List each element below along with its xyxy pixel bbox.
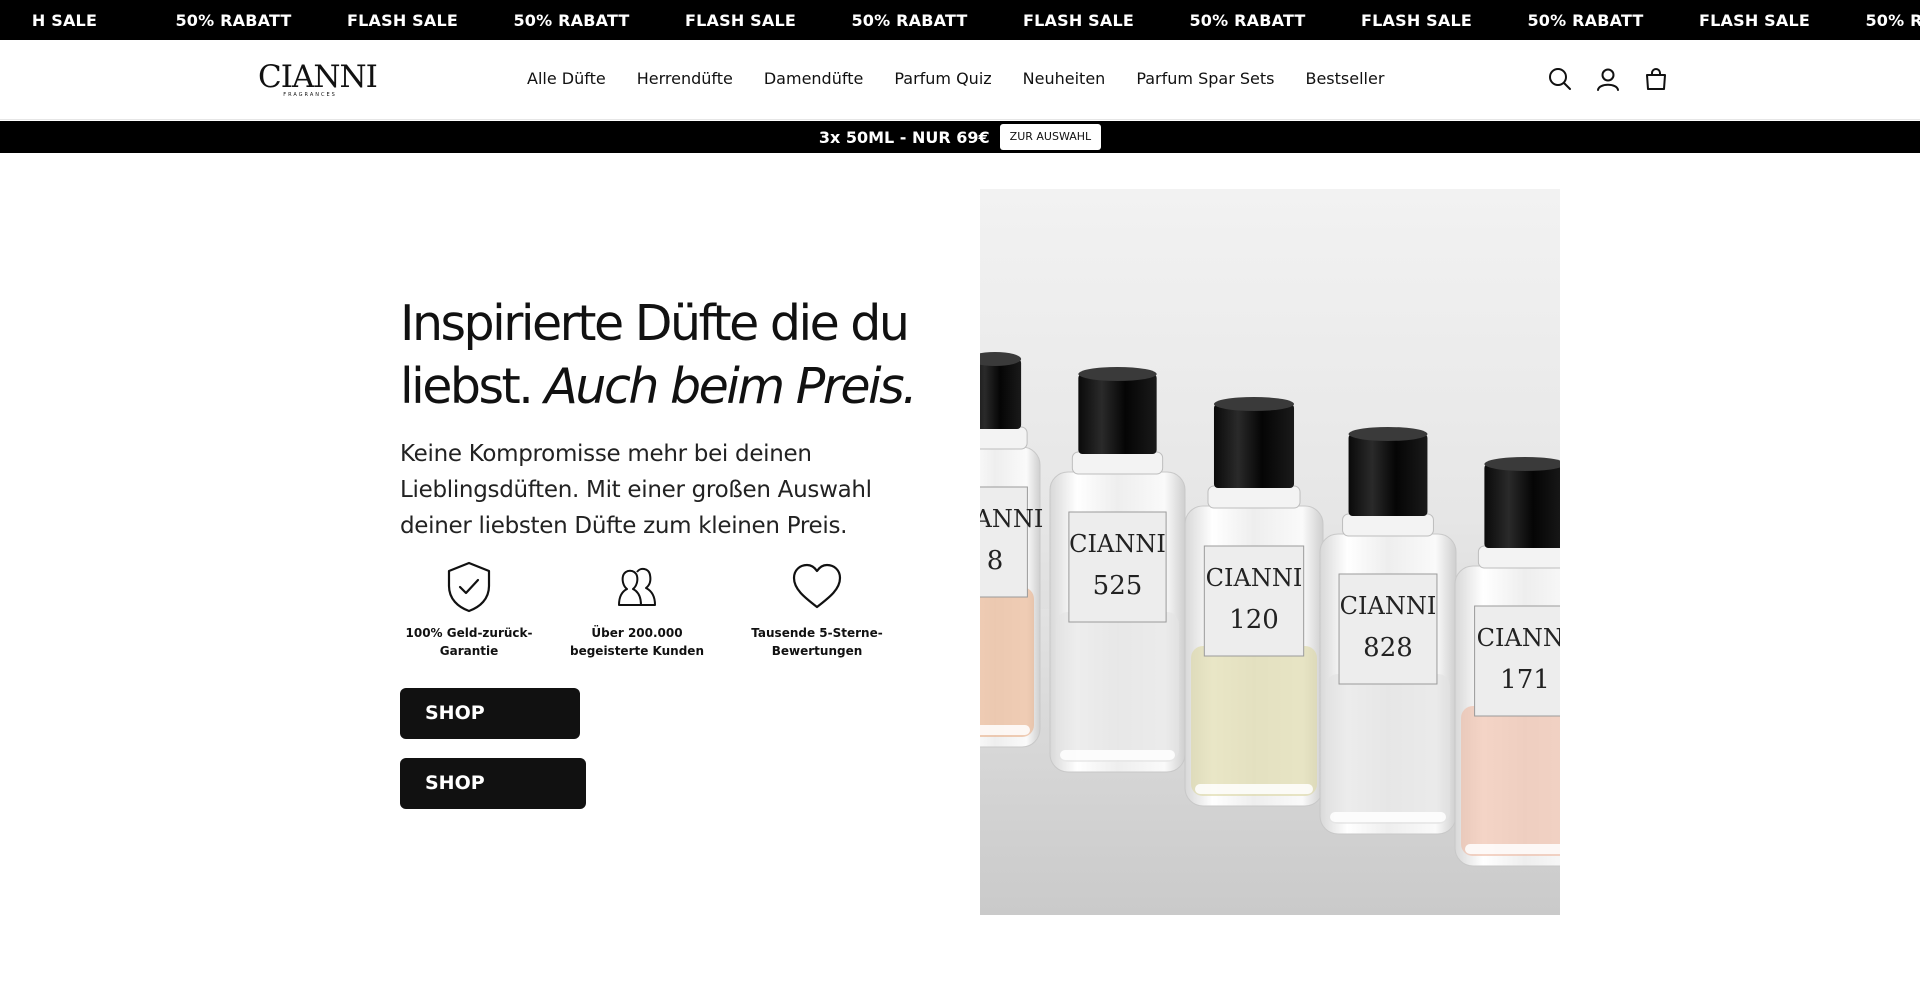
nav-parfum-quiz[interactable]: Parfum Quiz	[894, 68, 991, 90]
ticker-item: 50% RABATT	[175, 10, 292, 30]
main-nav: Alle Düfte Herrendüfte Damendüfte Parfum…	[527, 68, 1384, 90]
nav-alle-duefte[interactable]: Alle Düfte	[527, 68, 606, 90]
hero-title: Inspirierte Düfte die du liebst. Auch be…	[400, 292, 920, 418]
bottle-brand: CIANNI	[1477, 624, 1560, 652]
feature-label: Über 200.000 begeisterte Kunden	[569, 626, 704, 658]
bottle-number: 8	[987, 546, 1004, 576]
feature-label: 100% Geld-zurück-Garantie	[405, 626, 533, 658]
perfume-bottle: CIANNI 525	[1049, 367, 1186, 773]
trust-features: 100% Geld-zurück-Garantie Über 200.000 b…	[400, 560, 900, 670]
nav-bestseller[interactable]: Bestseller	[1305, 68, 1384, 90]
shop-herren-button[interactable]: SHOP HERREN	[400, 758, 586, 845]
site-header: CIANNI FRAGRANCES Alle Düfte Herrendüfte…	[0, 40, 1920, 120]
ticker-item: FLASH SALE	[1698, 10, 1811, 30]
nav-herrendufte[interactable]: Herrendüfte	[637, 68, 733, 90]
shield-check-icon	[384, 560, 554, 614]
perfume-bottle: CIANNI 120	[1184, 397, 1324, 807]
perfume-bottles-illustration: CIANNI8CIANNI525CIANNI120CIANNI828CIANNI…	[980, 352, 1560, 915]
bottle-brand: CIANNI	[1206, 564, 1303, 592]
nav-damendufte[interactable]: Damendüfte	[764, 68, 863, 90]
ticker-item: 50% RABATT	[851, 10, 968, 30]
bottle-number: 171	[1500, 665, 1550, 695]
ticker-item: FLASH SALE	[1360, 10, 1473, 30]
nav-neuheiten[interactable]: Neuheiten	[1023, 68, 1106, 90]
perfume-bottle: CIANNI 828	[1319, 427, 1457, 835]
ticker-item: FLASH SALE	[684, 10, 797, 30]
feature-customers: Über 200.000 begeisterte Kunden	[552, 560, 722, 660]
feature-money-back: 100% Geld-zurück-Garantie	[384, 560, 554, 660]
promo-text: 3x 50ML - NUR 69€	[818, 127, 990, 147]
ticker-item: FLASH SALE	[346, 10, 459, 30]
ticker-item: H SALE	[31, 10, 98, 30]
search-icon[interactable]	[1547, 66, 1573, 92]
heart-icon	[732, 560, 902, 614]
flash-sale-ticker: H SALE 50% RABATT FLASH SALE 50% RABATT FLAS…	[0, 0, 1920, 40]
ticker-item: 50% RABATT	[1527, 10, 1644, 30]
logo-wordmark: CIANNI	[258, 59, 378, 95]
ticker-item: 50% RABATT	[1189, 10, 1306, 30]
ticker-item: 50% RABATT	[513, 10, 630, 30]
promo-bar: 3x 50ML - NUR 69€ ZUR AUSWAHL	[0, 121, 1920, 153]
account-icon[interactable]	[1595, 66, 1621, 92]
hero-title-italic: Auch beim Preis.	[544, 358, 917, 415]
users-icon	[552, 560, 722, 614]
feature-reviews: Tausende 5-Sterne-Bewertungen	[732, 560, 902, 660]
feature-label: Tausende 5-Sterne-Bewertungen	[751, 626, 883, 658]
ticker-track: H SALE 50% RABATT FLASH SALE 50% RABATT FLAS…	[0, 0, 1920, 40]
cart-icon[interactable]	[1643, 66, 1669, 92]
zur-auswahl-button[interactable]: ZUR AUSWAHL	[999, 124, 1102, 150]
perfume-bottle: CIANNI 8	[980, 352, 1043, 748]
hero-subtitle: Keine Kompromisse mehr bei deinen Liebli…	[400, 441, 872, 539]
bottle-number: 828	[1363, 633, 1413, 663]
perfume-bottle: CIANNI 171	[1454, 457, 1560, 867]
hero-product-image: CIANNI8CIANNI525CIANNI120CIANNI828CIANNI…	[980, 189, 1560, 915]
shop-damen-button[interactable]: SHOP DAMEN	[400, 688, 580, 775]
bottle-number: 525	[1093, 571, 1143, 601]
bottle-number: 120	[1229, 605, 1279, 635]
nav-parfum-spar-sets[interactable]: Parfum Spar Sets	[1136, 68, 1274, 90]
ticker-item: FLASH SALE	[1022, 10, 1135, 30]
ticker-item: 50% RABATT	[1865, 10, 1920, 30]
bottle-brand: CIANNI	[980, 505, 1043, 533]
brand-logo[interactable]: CIANNI FRAGRANCES	[258, 59, 378, 99]
bottle-brand: CIANNI	[1069, 530, 1166, 558]
bottle-brand: CIANNI	[1340, 592, 1437, 620]
